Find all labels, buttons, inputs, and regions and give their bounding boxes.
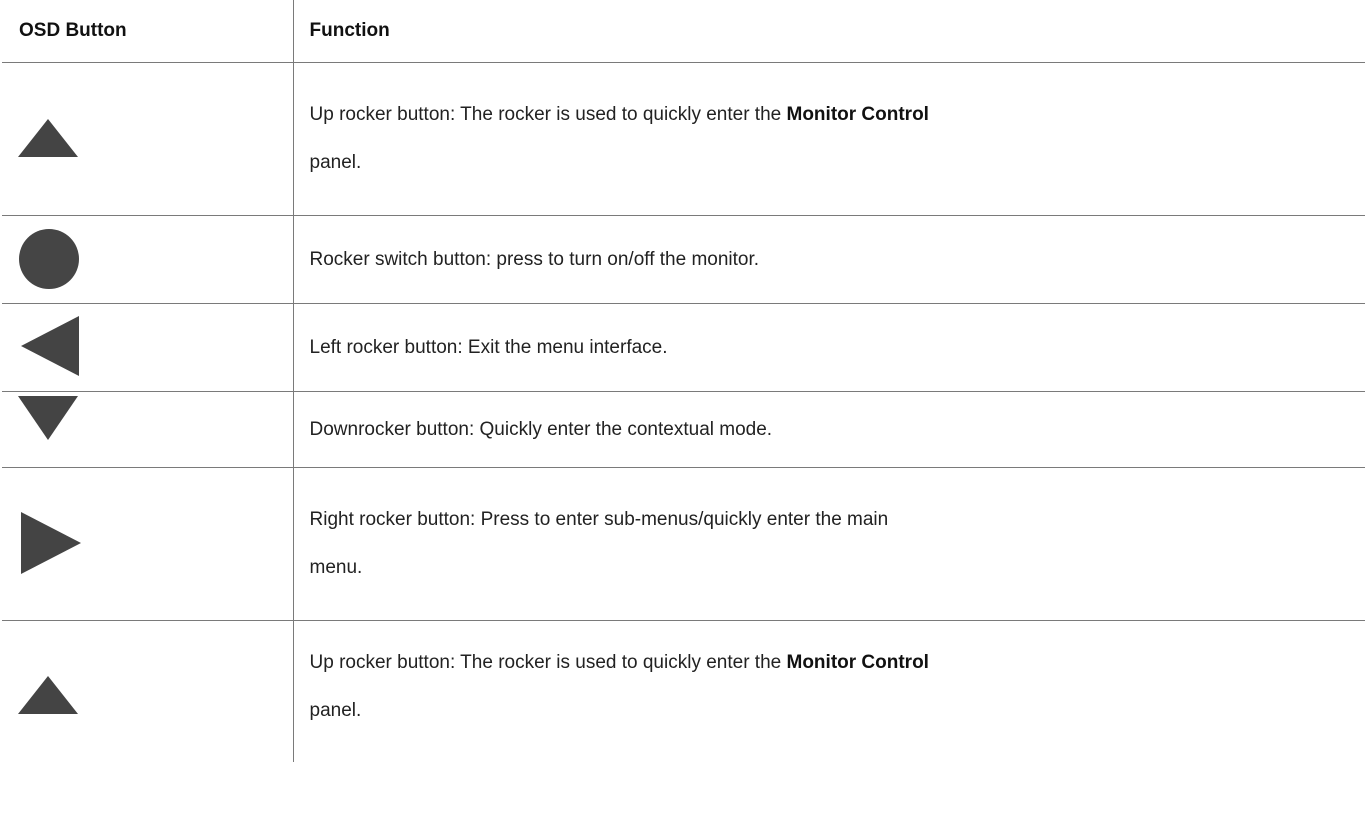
- up-triangle-icon: [18, 119, 78, 157]
- header-function-label: Function: [309, 20, 390, 41]
- function-description: Right rocker button: Press to enter sub-…: [294, 496, 1365, 592]
- function-cell: Rocker switch button: press to turn on/o…: [292, 215, 1365, 304]
- icon-cell: [2, 62, 294, 216]
- description-text: Up rocker button: The rocker is used to …: [309, 651, 787, 673]
- icon-container: [2, 621, 293, 762]
- function-description: Rocker switch button: press to turn on/o…: [309, 248, 760, 270]
- description-line-1: Right rocker button: Press to enter sub-…: [309, 509, 889, 530]
- down-triangle-icon: [18, 396, 78, 440]
- function-description: Up rocker button: The rocker is used to …: [294, 639, 1365, 735]
- icon-cell: [2, 303, 294, 392]
- description-bold-text: Monitor Control: [786, 104, 929, 125]
- header-osd-button: OSD Button: [2, 0, 294, 63]
- function-cell: Right rocker button: Press to enter sub-…: [292, 467, 1365, 621]
- up-triangle-icon: [18, 676, 78, 714]
- description-bold-text: Monitor Control: [786, 651, 929, 673]
- function-cell: Up rocker button: The rocker is used to …: [292, 620, 1365, 762]
- function-description: Left rocker button: Exit the menu interf…: [309, 336, 668, 358]
- description-text: Up rocker button: The rocker is used to …: [309, 104, 787, 125]
- function-description: Up rocker button: The rocker is used to …: [294, 91, 1365, 187]
- function-cell: Downrocker button: Quickly enter the con…: [292, 391, 1365, 468]
- icon-container: [2, 468, 293, 620]
- table-row: Left rocker button: Exit the menu interf…: [2, 303, 1365, 392]
- icon-cell: [2, 215, 294, 304]
- function-cell: Up rocker button: The rocker is used to …: [292, 62, 1365, 216]
- header-function: Function: [292, 0, 1365, 63]
- table-row: Downrocker button: Quickly enter the con…: [2, 391, 1365, 468]
- icon-cell: [2, 391, 294, 468]
- function-description: Downrocker button: Quickly enter the con…: [309, 418, 773, 440]
- icon-container: [2, 216, 293, 303]
- icon-cell: [2, 467, 294, 621]
- icon-container: [2, 304, 293, 391]
- description-line-2: menu.: [309, 557, 363, 578]
- description-text-continued: panel.: [309, 699, 362, 721]
- icon-container: [2, 63, 293, 215]
- table-row: Right rocker button: Press to enter sub-…: [2, 467, 1365, 621]
- table-row: Up rocker button: The rocker is used to …: [2, 620, 1365, 762]
- table-row: Up rocker button: The rocker is used to …: [2, 62, 1365, 216]
- icon-cell: [2, 620, 294, 762]
- header-osd-button-label: OSD Button: [19, 20, 127, 41]
- function-cell: Left rocker button: Exit the menu interf…: [292, 303, 1365, 392]
- left-triangle-icon: [21, 316, 79, 376]
- circle-icon: [19, 229, 79, 289]
- table-header-row: OSD Button Function: [2, 0, 1365, 63]
- osd-button-table: OSD Button Function Up rocker button: Th…: [2, 0, 1365, 762]
- table-row: Rocker switch button: press to turn on/o…: [2, 215, 1365, 304]
- icon-container: [2, 392, 293, 467]
- right-triangle-icon: [21, 512, 81, 574]
- description-text-continued: panel.: [309, 152, 362, 173]
